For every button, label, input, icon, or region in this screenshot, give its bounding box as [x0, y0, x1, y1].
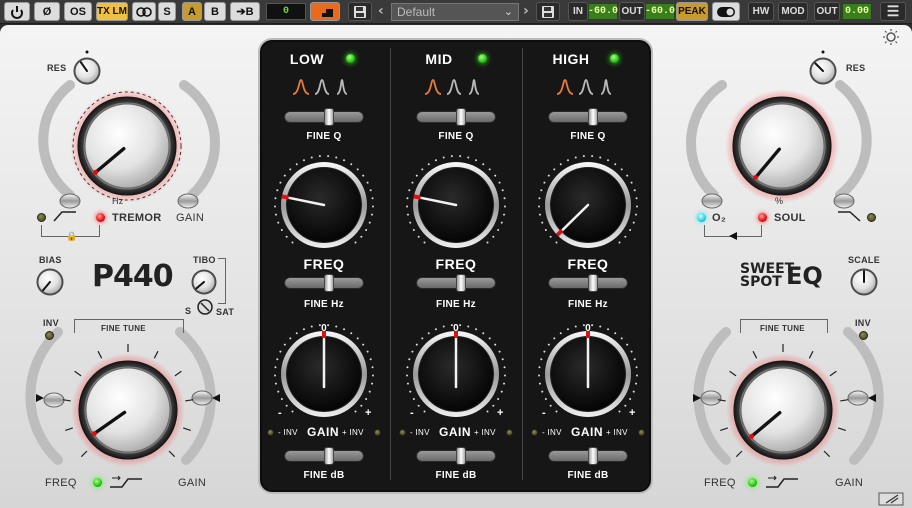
mid-gain-zero-label: 0: [453, 323, 459, 334]
high-gain-knob[interactable]: [538, 324, 638, 417]
narrow-bell-icon[interactable]: [468, 79, 480, 95]
low-gain-zero-label: 0: [321, 323, 327, 334]
low-inv-plus-led[interactable]: [374, 429, 381, 436]
high-fine-q-slider-thumb[interactable]: [587, 108, 598, 126]
mid-gain-knob[interactable]: [406, 324, 506, 417]
wide-bell-icon[interactable]: [556, 79, 574, 95]
low-inv-minus-label: - INV: [278, 428, 298, 437]
mid-fine-hz-slider[interactable]: [416, 274, 496, 292]
band-shape-selector: [556, 79, 612, 95]
low-freq-knob[interactable]: [274, 155, 374, 248]
wide-bell-icon[interactable]: [292, 79, 310, 95]
high-fine-q-slider[interactable]: [548, 108, 628, 126]
low-fine-hz-slider-thumb[interactable]: [323, 274, 334, 292]
low-inv-plus-label: + INV: [342, 428, 364, 437]
low-band-title: LOW: [289, 51, 325, 67]
high-fine-db-slider[interactable]: [548, 447, 628, 465]
mid-fine-hz-label: FINE Hz: [436, 299, 476, 310]
high-fine-q-label: FINE Q: [570, 131, 606, 142]
mid-inv-plus-label: + INV: [474, 428, 496, 437]
low-gain-plus-label: +: [365, 407, 372, 419]
mid-band-led[interactable]: [478, 54, 487, 63]
low-gain-minus-label: -: [278, 407, 282, 419]
low-fine-db-label: FINE dB: [303, 470, 345, 481]
low-inv-minus-led[interactable]: [267, 429, 274, 436]
low-gain-label: GAIN: [307, 425, 339, 439]
high-inv-minus-label: - INV: [542, 428, 562, 437]
low-fine-db-slider[interactable]: [284, 447, 364, 465]
mid-inv-plus-led[interactable]: [506, 429, 513, 436]
mid-fine-db-label: FINE dB: [435, 470, 477, 481]
high-gain-zero-label: 0: [585, 323, 591, 334]
band-shape-selector: [292, 79, 348, 95]
medium-bell-icon[interactable]: [578, 79, 594, 95]
mid-fine-q-slider-thumb[interactable]: [455, 108, 466, 126]
high-freq-label: FREQ: [567, 256, 609, 272]
high-fine-hz-label: FINE Hz: [568, 299, 608, 310]
mid-gain-plus-label: +: [497, 407, 504, 419]
high-inv-plus-label: + INV: [606, 428, 628, 437]
low-gain-knob[interactable]: [274, 324, 374, 417]
low-fine-q-label: FINE Q: [306, 131, 342, 142]
mid-gain-label: GAIN: [439, 425, 471, 439]
mid-fine-db-slider-thumb[interactable]: [455, 447, 466, 465]
high-fine-db-label: FINE dB: [567, 470, 609, 481]
medium-bell-icon[interactable]: [446, 79, 462, 95]
low-fine-hz-slider[interactable]: [284, 274, 364, 292]
band-shape-selector: [424, 79, 480, 95]
mid-fine-q-label: FINE Q: [438, 131, 474, 142]
low-fine-q-slider[interactable]: [284, 108, 364, 126]
high-gain-minus-label: -: [542, 407, 546, 419]
medium-bell-icon[interactable]: [314, 79, 330, 95]
narrow-bell-icon[interactable]: [600, 79, 612, 95]
mid-gain-minus-label: -: [410, 407, 414, 419]
high-fine-hz-slider[interactable]: [548, 274, 628, 292]
high-fine-hz-slider-thumb[interactable]: [587, 274, 598, 292]
mid-band-title: MID: [425, 51, 453, 67]
low-fine-q-slider-thumb[interactable]: [323, 108, 334, 126]
mid-fine-hz-slider-thumb[interactable]: [455, 274, 466, 292]
high-band-led[interactable]: [610, 54, 619, 63]
wide-bell-icon[interactable]: [424, 79, 442, 95]
high-gain-plus-label: +: [629, 407, 636, 419]
high-freq-knob[interactable]: [538, 155, 638, 248]
high-inv-minus-led[interactable]: [531, 429, 538, 436]
mid-freq-label: FREQ: [435, 256, 477, 272]
mid-inv-minus-label: - INV: [410, 428, 430, 437]
high-gain-label: GAIN: [571, 425, 603, 439]
mid-fine-q-slider[interactable]: [416, 108, 496, 126]
low-fine-db-slider-thumb[interactable]: [323, 447, 334, 465]
low-freq-label: FREQ: [303, 256, 345, 272]
low-fine-hz-label: FINE Hz: [304, 299, 344, 310]
mid-fine-db-slider[interactable]: [416, 447, 496, 465]
narrow-bell-icon[interactable]: [336, 79, 348, 95]
mid-freq-knob[interactable]: [406, 155, 506, 248]
high-band-title: HIGH: [552, 51, 590, 67]
high-fine-db-slider-thumb[interactable]: [587, 447, 598, 465]
low-band-led[interactable]: [346, 54, 355, 63]
mid-inv-minus-led[interactable]: [399, 429, 406, 436]
high-inv-plus-led[interactable]: [638, 429, 645, 436]
